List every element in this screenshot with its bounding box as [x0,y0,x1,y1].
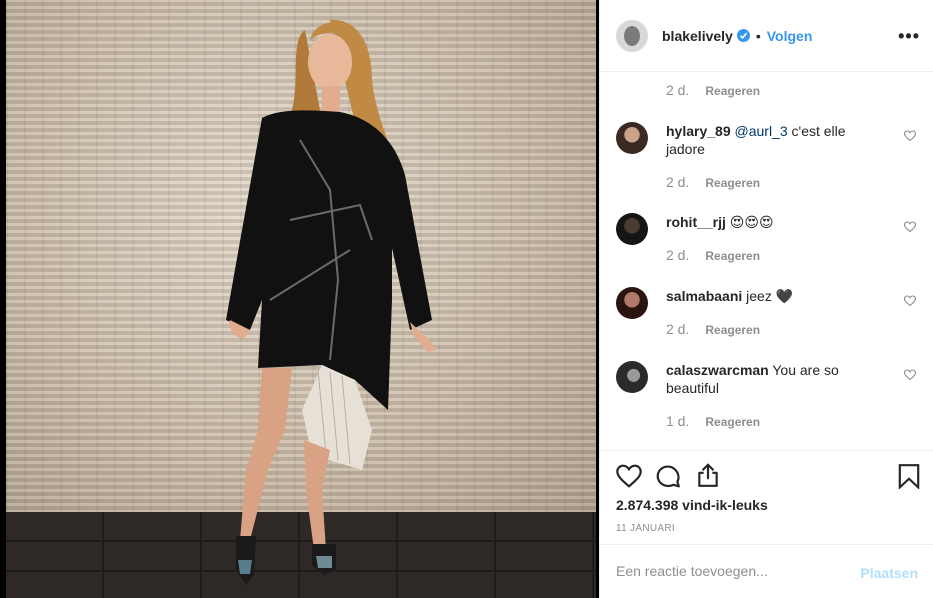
post-date: 11 JANUARI [616,523,675,534]
comment-meta: 2 d. Reageren [666,247,760,263]
like-comment-heart-icon[interactable] [904,295,916,307]
comment-item: rohit__rjj 😍😍😍 2 d. Reageren [616,213,926,273]
commenter-avatar[interactable] [616,361,648,393]
follow-button[interactable]: Volgen [767,28,813,44]
more-options-icon[interactable]: ••• [898,26,920,47]
comment-meta: 2 d. Reageren [666,174,760,190]
likes-count[interactable]: 2.874.398 vind-ik-leuks [616,497,768,513]
comment-time: 2 d. [666,247,690,263]
comment-meta: 1 d. Reageren [666,413,760,429]
share-icon[interactable] [695,462,721,488]
commenter-username[interactable]: calaszwarcman [666,362,769,378]
post-photo[interactable] [0,0,599,598]
comment-body: 😍😍😍 [725,214,774,230]
comment-bubble-icon[interactable] [655,463,681,489]
commenter-avatar[interactable] [616,287,648,319]
separator-dot: • [755,27,761,44]
post-sidebar: blakelively • Volgen ••• 2 d. Reageren h… [599,0,933,598]
comment-text: salmabaani jeez 🖤 [666,287,886,305]
reply-button[interactable]: Reageren [705,249,760,263]
comment-text: calaszwarcman You are so beautiful [666,361,886,397]
comment-mention[interactable]: @aurl_3 [735,123,788,139]
comment-text: hylary_89 @aurl_3 c'est elle jadore [666,122,886,158]
comment-item: calaszwarcman You are so beautiful 1 d. … [616,361,926,431]
comment-item: hylary_89 @aurl_3 c'est elle jadore 2 d.… [616,122,926,192]
like-heart-icon[interactable] [616,464,642,488]
post-comment-button[interactable]: Plaatsen [860,565,918,581]
commenter-avatar[interactable] [616,122,648,154]
reply-button[interactable]: Reageren [705,415,760,429]
previous-comment-meta: 2 d. Reageren [666,82,760,98]
photo-subject-figure [226,19,436,585]
comment-time: 2 d. [666,321,690,337]
like-comment-heart-icon[interactable] [904,130,916,142]
like-comment-heart-icon[interactable] [904,221,916,233]
save-bookmark-icon[interactable] [897,463,921,489]
comments-list[interactable]: 2 d. Reageren hylary_89 @aurl_3 c'est el… [600,72,933,450]
reply-button[interactable]: Reageren [705,323,760,337]
post-header: blakelively • Volgen ••• [600,0,933,72]
commenter-username[interactable]: rohit__rjj [666,214,726,230]
verified-badge-icon [736,29,750,42]
comment-time: 2 d. [666,174,690,190]
commenter-username[interactable]: salmabaani [666,288,742,304]
commenter-username[interactable]: hylary_89 [666,123,731,139]
comment-meta: 2 d. Reageren [666,321,760,337]
commenter-avatar[interactable] [616,213,648,245]
post-actions: 2.874.398 vind-ik-leuks 11 JANUARI [600,450,933,544]
comment-body: jeez 🖤 [742,288,794,304]
comment-time: 1 d. [666,413,690,429]
comment-text: rohit__rjj 😍😍😍 [666,213,886,231]
reply-button[interactable]: Reageren [705,84,760,98]
comment-time: 2 d. [666,82,690,98]
like-comment-heart-icon[interactable] [904,369,916,381]
comment-input[interactable] [616,559,846,583]
author-username[interactable]: blakelively [662,28,733,44]
reply-button[interactable]: Reageren [705,176,760,190]
add-comment-bar: Plaatsen [600,544,933,598]
author-avatar[interactable] [616,19,648,52]
comment-item: salmabaani jeez 🖤 2 d. Reageren [616,287,926,347]
